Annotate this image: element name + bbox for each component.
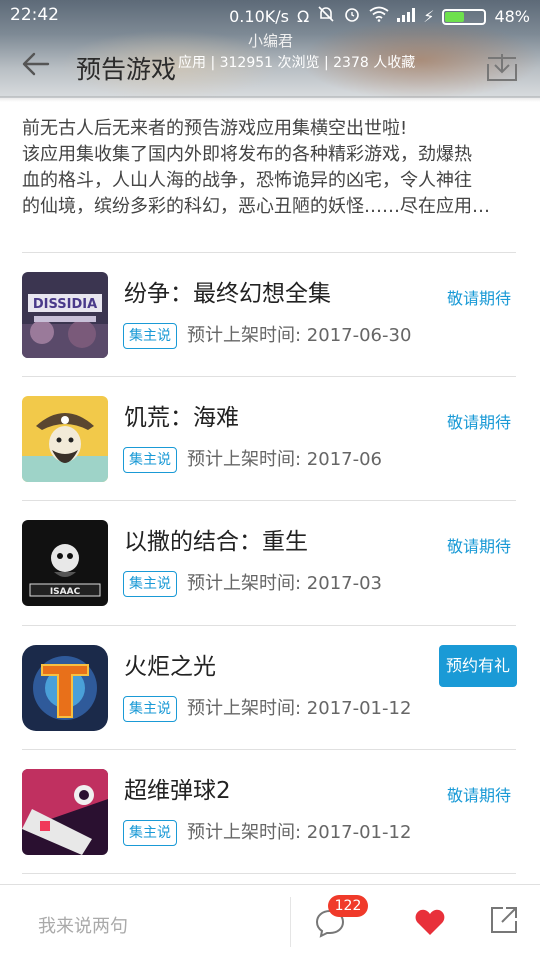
editor-says-tag[interactable]: 集主说	[123, 571, 177, 597]
collection-description: 前无古人后无来者的预告游戏应用集横空出世啦! 该应用集收集了国内外即将发布的各种…	[22, 116, 518, 220]
bottom-action-bar: 我来说两句 122	[0, 884, 540, 960]
game-name[interactable]: 饥荒：海难	[124, 398, 239, 432]
editor-says-tag[interactable]: 集主说	[123, 323, 177, 349]
dissidia-icon[interactable]: DISSIDIA	[22, 272, 108, 358]
comment-input[interactable]: 我来说两句	[38, 912, 128, 938]
signal-icon	[397, 7, 416, 27]
svg-text:ISAAC: ISAAC	[50, 587, 81, 597]
divider	[22, 873, 516, 874]
release-date: 预计上架时间: 2017-06	[187, 449, 382, 470]
reserve-gift-button[interactable]: 预约有礼	[439, 645, 517, 687]
description-line: 该应用集收集了国内外即将发布的各种精彩游戏，劲爆热	[22, 144, 472, 165]
description-line: 血的格斗，人山人海的战争，恐怖诡异的凶宅，令人神往	[22, 170, 472, 191]
back-arrow-icon[interactable]	[18, 46, 54, 82]
page-stats: 应用 | 312951 次浏览 | 2378 人收藏	[178, 55, 416, 71]
battery-percent: 48%	[494, 6, 530, 26]
download-icon[interactable]	[484, 50, 520, 84]
editor-says-tag[interactable]: 集主说	[123, 447, 177, 473]
game-row[interactable]: DISSIDIA 纷争：最终幻想全集 集主说 预计上架时间: 2017-06-3…	[0, 252, 540, 376]
game-name[interactable]: 火炬之光	[124, 647, 216, 681]
release-date: 预计上架时间: 2017-01-12	[187, 698, 412, 719]
battery-icon	[442, 8, 487, 25]
bar-separator	[290, 897, 291, 947]
editor-says-tag[interactable]: 集主说	[123, 820, 177, 846]
coming-soon-label[interactable]: 敬请期待	[447, 285, 511, 309]
game-row[interactable]: 饥荒：海难 集主说 预计上架时间: 2017-06 敬请期待	[0, 376, 540, 500]
favorite-heart-icon[interactable]	[414, 907, 446, 937]
release-date: 预计上架时间: 2017-01-12	[187, 822, 412, 843]
coming-soon-label[interactable]: 敬请期待	[447, 533, 511, 557]
app-header: 22:42 0.10K/s Ω ⚡ 48% 小编君 应用 | 312951 次浏…	[0, 0, 540, 98]
svg-text:DISSIDIA: DISSIDIA	[33, 297, 97, 312]
release-date: 预计上架时间: 2017-06-30	[187, 325, 412, 346]
wifi-icon	[369, 6, 389, 27]
game-row[interactable]: 超维弹球2 集主说 预计上架时间: 2017-01-12 敬请期待	[0, 749, 540, 873]
page-title: 预告游戏	[76, 55, 177, 84]
alarm-icon	[343, 5, 361, 28]
description-line: 前无古人后无来者的预告游戏应用集横空出世啦!	[22, 118, 408, 139]
game-name[interactable]: 纷争：最终幻想全集	[124, 274, 331, 308]
editor-name: 小编君	[248, 32, 294, 50]
game-name[interactable]: 超维弹球2	[124, 771, 231, 805]
header-shadow	[0, 96, 540, 102]
editor-says-tag[interactable]: 集主说	[123, 696, 177, 722]
status-time: 22:42	[10, 5, 59, 25]
comment-count-badge[interactable]: 122	[328, 895, 368, 917]
pirate-icon[interactable]	[22, 396, 108, 482]
coming-soon-label[interactable]: 敬请期待	[447, 409, 511, 433]
game-row[interactable]: ISAAC 以撒的结合：重生 集主说 预计上架时间: 2017-03 敬请期待	[0, 500, 540, 624]
status-bar: 22:42 0.10K/s Ω ⚡ 48%	[0, 0, 540, 32]
network-speed: 0.10K/s	[229, 6, 289, 26]
coming-soon-label[interactable]: 敬请期待	[447, 782, 511, 806]
description-line: 的仙境，缤纷多彩的科幻，恶心丑陋的妖怪……尽在应用…	[22, 196, 490, 217]
game-name[interactable]: 以撒的结合：重生	[124, 522, 308, 556]
game-row[interactable]: 火炬之光 集主说 预计上架时间: 2017-01-12 预约有礼	[0, 625, 540, 749]
share-icon[interactable]	[489, 905, 519, 935]
charging-icon: ⚡	[423, 6, 435, 26]
torchlight-icon[interactable]	[22, 645, 108, 731]
pinball-icon[interactable]	[22, 769, 108, 855]
mute-bell-icon	[317, 5, 335, 28]
status-indicators: 0.10K/s Ω ⚡ 48%	[229, 5, 530, 28]
headset-icon: Ω	[296, 6, 310, 26]
release-date: 预计上架时间: 2017-03	[187, 573, 382, 594]
isaac-icon[interactable]: ISAAC	[22, 520, 108, 606]
